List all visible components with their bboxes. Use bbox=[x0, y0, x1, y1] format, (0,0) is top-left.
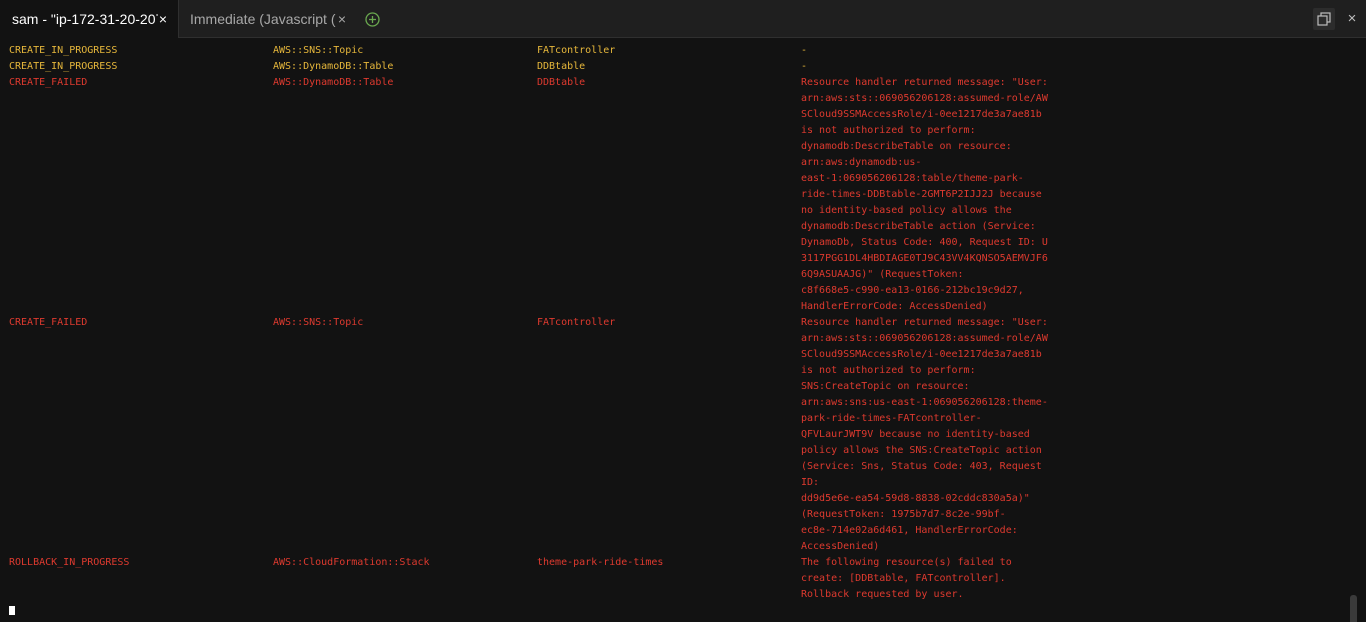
status-reason: The following resource(s) failed to creat… bbox=[801, 555, 1051, 603]
resource-type: AWS::SNS::Topic bbox=[273, 45, 364, 56]
status-reason: - bbox=[801, 59, 1051, 75]
terminal-cursor bbox=[9, 606, 15, 615]
status-reason-line: is not authorized to perform: bbox=[801, 125, 976, 136]
status-reason-line: arn:aws:dynamodb:us- bbox=[801, 157, 922, 168]
resource-type: AWS::CloudFormation::Stack bbox=[273, 557, 430, 568]
resource-status: CREATE_FAILED bbox=[9, 317, 88, 328]
restore-icon bbox=[1317, 12, 1331, 26]
status-reason-line: arn:aws:sns:us-east-1:069056206128:theme… bbox=[801, 397, 1048, 408]
scrollbar-thumb[interactable] bbox=[1350, 595, 1357, 622]
status-reason-line: ride-times-DDBtable-2GMT6P2IJJ2J because bbox=[801, 189, 1042, 200]
status-reason-line: SNS:CreateTopic on resource: bbox=[801, 381, 970, 392]
status-reason-line: dynamodb:DescribeTable on resource: bbox=[801, 141, 1012, 152]
status-reason-line: AccessDenied) bbox=[801, 541, 880, 552]
status-reason-line: policy allows the SNS:CreateTopic action bbox=[801, 445, 1042, 456]
status-reason: - bbox=[801, 43, 1051, 59]
status-reason-line: HandlerErrorCode: AccessDenied) bbox=[801, 301, 988, 312]
logical-resource-id: FATcontroller bbox=[537, 45, 616, 56]
status-reason-line: 3117PGG1DL4HBDIAGE0TJ9C43VV4KQNSO5AEMVJF… bbox=[801, 253, 1048, 264]
resource-type: AWS::SNS::Topic bbox=[273, 317, 364, 328]
tab-label: sam - "ip-172-31-20-207.e bbox=[12, 11, 158, 27]
status-reason-line: DynamoDb, Status Code: 400, Request ID: … bbox=[801, 237, 1048, 248]
status-reason-line: c8f668e5-c990-ea13-0166-212bc19c9d27, bbox=[801, 285, 1024, 296]
status-reason-line: is not authorized to perform: bbox=[801, 365, 976, 376]
status-reason-line: 6Q9ASUAAJG)" (RequestToken: bbox=[801, 269, 964, 280]
resource-status: ROLLBACK_IN_PROGRESS bbox=[9, 557, 130, 568]
resource-status: CREATE_IN_PROGRESS bbox=[9, 61, 118, 72]
status-reason: Resource handler returned message: "User… bbox=[801, 75, 1051, 315]
status-reason-line: (RequestToken: 1975b7d7-8c2e-99bf- bbox=[801, 509, 1006, 520]
status-reason-line: QFVLaurJWT9V because no identity-based bbox=[801, 429, 1030, 440]
status-reason-line: arn:aws:sts::069056206128:assumed-role/A… bbox=[801, 93, 1048, 104]
logical-resource-id: FATcontroller bbox=[537, 317, 616, 328]
restore-window-button[interactable] bbox=[1313, 8, 1335, 30]
status-reason-line: (Service: Sns, Status Code: 403, Request bbox=[801, 461, 1042, 472]
status-reason-line: Resource handler returned message: "User… bbox=[801, 77, 1048, 88]
tab-terminal-sam[interactable]: sam - "ip-172-31-20-207.e × bbox=[0, 0, 179, 38]
status-reason-line: dd9d5e6e-ea54-59d8-8838-02cddc830a5a)" bbox=[801, 493, 1030, 504]
status-reason-line: no identity-based policy allows the bbox=[801, 205, 1012, 216]
tab-label: Immediate (Javascript (br bbox=[190, 11, 336, 27]
status-reason-line: - bbox=[801, 61, 808, 72]
resource-status: CREATE_FAILED bbox=[9, 77, 88, 88]
tab-bar: sam - "ip-172-31-20-207.e × Immediate (J… bbox=[0, 0, 1366, 38]
terminal-output[interactable]: CREATE_IN_PROGRESS AWS::SNS::Topic FATcont… bbox=[0, 39, 1366, 622]
close-tab-icon[interactable]: × bbox=[156, 0, 170, 38]
close-tab-icon[interactable]: × bbox=[335, 0, 349, 38]
status-reason-line: create: [DDBtable, FATcontroller]. bbox=[801, 573, 1006, 584]
close-icon[interactable]: × bbox=[1341, 8, 1363, 30]
status-reason-line: arn:aws:sts::069056206128:assumed-role/A… bbox=[801, 333, 1048, 344]
status-reason-line: ID: bbox=[801, 477, 820, 488]
status-reason-line: - bbox=[801, 45, 808, 56]
resource-status: CREATE_IN_PROGRESS bbox=[9, 45, 118, 56]
plus-circle-icon[interactable] bbox=[365, 12, 380, 27]
status-reason-line: east-1:069056206128:table/theme-park- bbox=[801, 173, 1024, 184]
status-reason-line: SCloud9SSMAccessRole/i-0ee1217de3a7ae81b bbox=[801, 109, 1042, 120]
status-reason-line: Resource handler returned message: "User… bbox=[801, 317, 1048, 328]
resource-type: AWS::DynamoDB::Table bbox=[273, 77, 394, 88]
status-reason: Resource handler returned message: "User… bbox=[801, 315, 1051, 555]
status-reason-line: ec8e-714e02a6d461, HandlerErrorCode: bbox=[801, 525, 1018, 536]
status-reason-line: The following resource(s) failed to bbox=[801, 557, 1012, 568]
logical-resource-id: DDBtable bbox=[537, 61, 586, 72]
status-reason-line: Rollback requested by user. bbox=[801, 589, 964, 600]
tab-immediate[interactable]: Immediate (Javascript (br × bbox=[179, 0, 359, 38]
logical-resource-id: theme-park-ride-times bbox=[537, 557, 664, 568]
status-reason-line: SCloud9SSMAccessRole/i-0ee1217de3a7ae81b bbox=[801, 349, 1042, 360]
resource-type: AWS::DynamoDB::Table bbox=[273, 61, 394, 72]
logical-resource-id: DDBtable bbox=[537, 77, 586, 88]
status-reason-line: park-ride-times-FATcontroller- bbox=[801, 413, 982, 424]
status-reason-line: dynamodb:DescribeTable action (Service: bbox=[801, 221, 1036, 232]
